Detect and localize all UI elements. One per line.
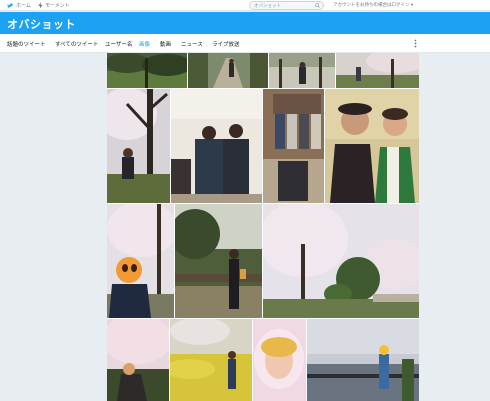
photo-cherry-blossom-garden[interactable] [263, 204, 419, 318]
search-tabs: 話題のツイート すべてのツイート ユーザー名 画像 動画 ニュース ライブ放送 [0, 34, 490, 53]
search-icon[interactable] [315, 3, 320, 8]
page-title: オバショット [7, 18, 76, 31]
tab-videos[interactable]: 動画 [160, 40, 171, 48]
more-options-icon[interactable] [414, 39, 417, 48]
photo-emoji-face-person[interactable] [107, 204, 174, 318]
home-link[interactable]: ホーム [6, 1, 31, 10]
search-header: オバショット [0, 12, 490, 34]
tab-users[interactable]: ユーザー名 [105, 40, 132, 48]
home-label: ホーム [16, 3, 31, 9]
photo-person-blossoms[interactable] [107, 319, 169, 401]
tab-news[interactable]: ニュース [181, 40, 203, 48]
photo-man-park-fence[interactable] [175, 204, 262, 318]
photo-man-cherry-blossoms[interactable] [107, 89, 170, 203]
image-grid [107, 53, 419, 401]
photo-two-men-smiling[interactable] [325, 89, 419, 203]
tab-top-tweets[interactable]: 話題のツイート [7, 40, 46, 48]
photo-cherry-path[interactable] [336, 53, 419, 88]
photo-bridge-memorial[interactable] [307, 319, 419, 401]
search-input[interactable]: オバショット [249, 1, 324, 10]
tab-images[interactable]: 画像 [139, 40, 150, 48]
top-navigation: ホーム モーメント オバショット アカウントをお持ちの場合はログイン ▾ [0, 0, 490, 11]
lightning-icon [38, 2, 43, 9]
login-link[interactable]: アカウントをお持ちの場合はログイン ▾ [333, 2, 413, 8]
search-value: オバショット [254, 3, 281, 9]
photo-park-path[interactable] [188, 53, 268, 88]
photo-rapeseed-field[interactable] [170, 319, 252, 401]
photo-clothing-racks[interactable] [263, 89, 324, 203]
moments-link[interactable]: モーメント [38, 1, 70, 10]
photo-two-men-store[interactable] [171, 89, 262, 203]
photo-park-walkway[interactable] [269, 53, 335, 88]
photo-blurry-portrait[interactable] [253, 319, 306, 401]
tab-live[interactable]: ライブ放送 [212, 40, 240, 48]
bird-icon [7, 2, 13, 8]
tab-all-tweets[interactable]: すべてのツイート [55, 40, 98, 48]
photo-park-trees[interactable] [107, 53, 187, 88]
moments-label: モーメント [45, 3, 70, 9]
